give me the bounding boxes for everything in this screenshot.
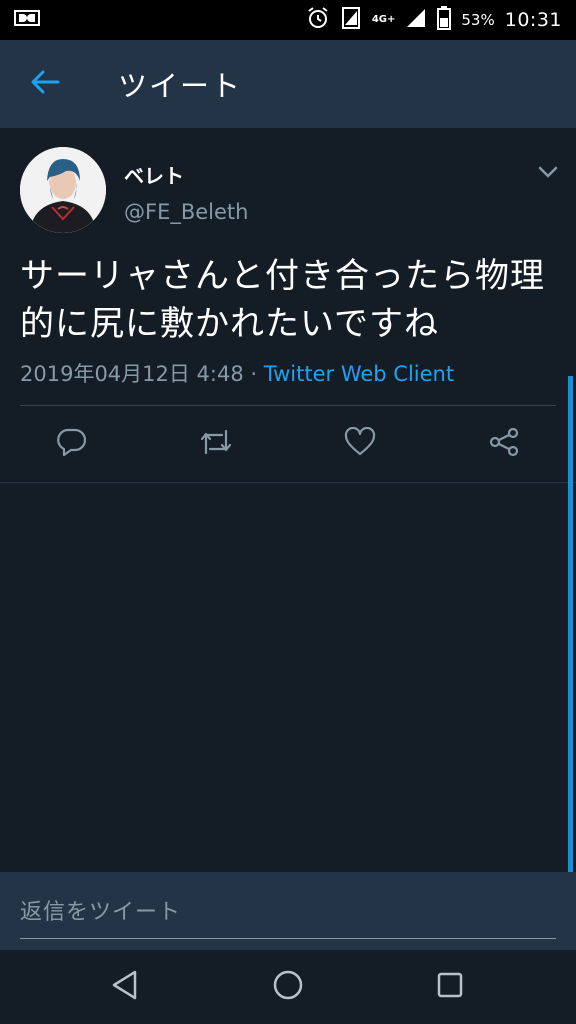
reply-bar: 返信をツイート xyxy=(0,872,576,950)
tweet-detail-screen: 4G+ 53% 10:31 ツイート ベレト @FE_Beleth サーリャさん… xyxy=(0,0,576,1024)
battery-percent: 53% xyxy=(461,11,495,29)
sim-signal-icon xyxy=(340,6,362,34)
dolby-icon xyxy=(14,9,40,31)
tweet-timestamp[interactable]: 2019年04月12日 4:48 xyxy=(20,362,244,386)
heart-icon xyxy=(344,426,376,461)
arrow-left-icon xyxy=(30,69,60,99)
nav-recents-button[interactable] xyxy=(429,966,471,1008)
reply-button[interactable] xyxy=(51,424,91,464)
section-divider xyxy=(0,482,576,483)
circle-home-icon xyxy=(272,969,304,1005)
app-header: ツイート xyxy=(0,40,576,128)
system-nav-bar xyxy=(0,950,576,1024)
nav-back-button[interactable] xyxy=(104,966,146,1008)
battery-icon xyxy=(437,6,452,34)
author-name[interactable]: ベレト xyxy=(124,160,184,189)
status-right: 4G+ 53% 10:31 xyxy=(306,6,562,34)
like-button[interactable] xyxy=(340,424,380,464)
share-button[interactable] xyxy=(484,424,524,464)
back-button[interactable] xyxy=(0,40,90,128)
avatar[interactable] xyxy=(20,147,106,233)
status-left xyxy=(14,9,40,31)
tweet-text: サーリャさんと付き合ったら物理的に尻に敷かれたいですね xyxy=(20,256,545,344)
network-type: 4G+ xyxy=(371,14,396,25)
retweet-button[interactable] xyxy=(196,424,236,464)
author-handle[interactable]: @FE_Beleth xyxy=(124,200,248,224)
tweet-meta: 2019年04月12日 4:48 · Twitter Web Client xyxy=(20,358,454,388)
reply-icon xyxy=(55,427,87,461)
chevron-down-icon xyxy=(534,166,562,186)
signal-strength-icon xyxy=(405,7,427,33)
retweet-icon xyxy=(198,427,234,461)
nav-home-button[interactable] xyxy=(267,966,309,1008)
tweet: ベレト @FE_Beleth サーリャさんと付き合ったら物理的に尻に敷かれたいで… xyxy=(0,128,576,484)
tweet-menu-button[interactable] xyxy=(534,162,562,182)
reply-input-underline xyxy=(20,938,556,939)
reply-input[interactable]: 返信をツイート xyxy=(20,894,181,926)
tweet-actions xyxy=(0,410,576,480)
share-icon xyxy=(488,426,520,462)
page-title: ツイート xyxy=(118,69,243,103)
meta-separator: · xyxy=(243,362,264,386)
alarm-icon xyxy=(306,6,330,34)
triangle-back-icon xyxy=(110,969,140,1005)
clock: 10:31 xyxy=(504,9,562,31)
divider xyxy=(20,405,556,406)
square-recents-icon xyxy=(435,970,465,1004)
scrollbar[interactable] xyxy=(568,376,573,872)
status-bar: 4G+ 53% 10:31 xyxy=(0,0,576,40)
tweet-source[interactable]: Twitter Web Client xyxy=(264,362,454,386)
